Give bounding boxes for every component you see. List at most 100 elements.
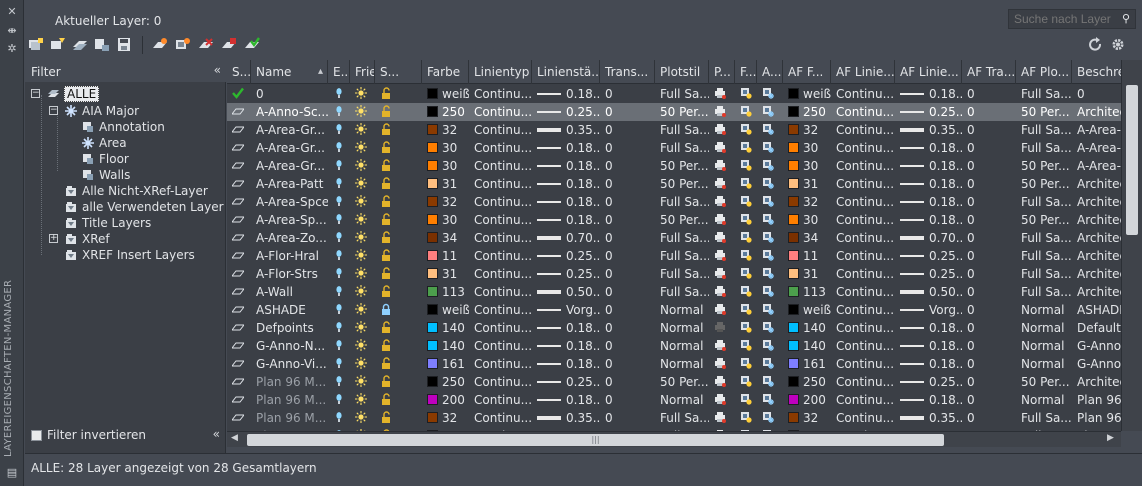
new-vp-freeze-icon[interactable] bbox=[740, 231, 752, 243]
lock-open-icon[interactable] bbox=[380, 177, 392, 189]
af-color-cell[interactable]: 32 bbox=[783, 409, 831, 427]
vp-freeze-icon[interactable] bbox=[762, 213, 774, 225]
af-transparency-cell[interactable]: 0 bbox=[962, 391, 1016, 409]
af-transparency-cell[interactable]: 0 bbox=[962, 301, 1016, 319]
plotstyle-cell[interactable]: 50 Per... bbox=[655, 373, 709, 391]
filter-tree-item[interactable]: AIA Major bbox=[82, 103, 139, 119]
af-linetype-cell[interactable]: Continu... bbox=[831, 301, 895, 319]
af-plotstyle-cell[interactable]: Full Sa... bbox=[1016, 283, 1072, 301]
vp-freeze-icon[interactable] bbox=[762, 375, 774, 387]
af-lineweight-cell[interactable]: 0.18... bbox=[895, 355, 962, 373]
layer-name[interactable]: ASHADE bbox=[251, 301, 328, 319]
layer-name[interactable]: A-Area-Patt bbox=[251, 175, 328, 193]
af-plotstyle-cell[interactable]: Full Sa... bbox=[1016, 193, 1072, 211]
af-transparency-cell[interactable]: 0 bbox=[962, 193, 1016, 211]
printer-icon[interactable] bbox=[714, 393, 726, 405]
transparency-cell[interactable]: 0 bbox=[600, 319, 655, 337]
af-linetype-cell[interactable]: Continu... bbox=[831, 139, 895, 157]
af-color-cell[interactable]: 31 bbox=[783, 175, 831, 193]
vertical-scrollbar[interactable] bbox=[1121, 60, 1142, 431]
filter-tree-item[interactable]: XRef bbox=[82, 231, 110, 247]
sun-icon[interactable] bbox=[355, 321, 367, 333]
transparency-cell[interactable]: 0 bbox=[600, 85, 655, 103]
palette-menu-icon[interactable]: ▤ bbox=[5, 466, 19, 480]
af-lineweight-cell[interactable]: 0.35... bbox=[895, 409, 962, 427]
lineweight-cell[interactable]: 0.35... bbox=[532, 409, 600, 427]
collapse-node-icon[interactable]: − bbox=[31, 89, 40, 98]
column-header[interactable]: AF F... bbox=[783, 60, 831, 84]
lock-open-icon[interactable] bbox=[380, 375, 392, 387]
transparency-cell[interactable]: 0 bbox=[600, 337, 655, 355]
printer-icon[interactable] bbox=[714, 177, 726, 189]
color-cell[interactable]: 30 bbox=[422, 211, 469, 229]
af-plotstyle-cell[interactable]: Full Sa... bbox=[1016, 85, 1072, 103]
filter-tree-item[interactable]: XREF Insert Layers bbox=[82, 247, 195, 263]
column-header[interactable]: A... bbox=[757, 60, 783, 84]
lightbulb-icon[interactable] bbox=[333, 267, 345, 279]
plotstyle-cell[interactable]: Full Sa... bbox=[655, 121, 709, 139]
printer-icon[interactable] bbox=[714, 267, 726, 279]
description-cell[interactable]: Architect bbox=[1072, 193, 1121, 211]
plotstyle-cell[interactable]: 50 Per... bbox=[655, 157, 709, 175]
plotstyle-cell[interactable]: Full Sa... bbox=[655, 265, 709, 283]
linetype-cell[interactable]: Continu... bbox=[469, 157, 532, 175]
layer-name[interactable]: 0 bbox=[251, 85, 328, 103]
sun-icon[interactable] bbox=[355, 411, 367, 423]
column-header[interactable]: Farbe bbox=[422, 60, 469, 84]
column-header[interactable]: S... bbox=[375, 60, 422, 84]
vp-freeze-icon[interactable] bbox=[762, 195, 774, 207]
af-color-cell[interactable]: 140 bbox=[783, 319, 831, 337]
af-plotstyle-cell[interactable]: Full Sa... bbox=[1016, 121, 1072, 139]
vp-freeze-icon[interactable] bbox=[762, 231, 774, 243]
column-header[interactable]: S... bbox=[227, 60, 251, 84]
table-row[interactable]: G-Anno-Vi...161Continu...0.18...0Normal1… bbox=[227, 355, 1121, 373]
refresh-icon[interactable] bbox=[1087, 37, 1103, 52]
af-linetype-cell[interactable]: Continu... bbox=[831, 229, 895, 247]
af-color-cell[interactable]: weiß bbox=[783, 301, 831, 319]
linetype-cell[interactable]: Continu... bbox=[469, 85, 532, 103]
filter-tree-item[interactable]: Alle Nicht-XRef-Layer bbox=[82, 183, 208, 199]
af-plotstyle-cell[interactable]: Full Sa... bbox=[1016, 229, 1072, 247]
linetype-cell[interactable]: Continu... bbox=[469, 121, 532, 139]
layer-name[interactable]: A-Area-Spce bbox=[251, 193, 328, 211]
vertical-scroll-thumb[interactable] bbox=[1126, 85, 1138, 235]
color-cell[interactable]: 32 bbox=[422, 409, 469, 427]
plotstyle-cell[interactable]: Full Sa... bbox=[655, 283, 709, 301]
af-plotstyle-cell[interactable]: Full Sa... bbox=[1016, 139, 1072, 157]
table-row[interactable]: A-Area-Zo...34Continu...0.70...0Full Sa.… bbox=[227, 229, 1121, 247]
column-header[interactable]: Beschre bbox=[1072, 60, 1121, 84]
table-row[interactable]: A-Area-Gr...30Continu...0.18...0Full Sa.… bbox=[227, 139, 1121, 157]
new-vp-freeze-icon[interactable] bbox=[740, 141, 752, 153]
transparency-cell[interactable]: 0 bbox=[600, 301, 655, 319]
printer-icon[interactable] bbox=[714, 195, 726, 207]
af-lineweight-cell[interactable]: 0.18... bbox=[895, 157, 962, 175]
af-plotstyle-cell[interactable]: 50 Per... bbox=[1016, 211, 1072, 229]
lineweight-cell[interactable]: 0.35... bbox=[532, 121, 600, 139]
af-color-cell[interactable]: weiß bbox=[783, 85, 831, 103]
lineweight-cell[interactable]: 0.18... bbox=[532, 319, 600, 337]
linetype-cell[interactable]: Continu... bbox=[469, 283, 532, 301]
lightbulb-icon[interactable] bbox=[333, 249, 345, 261]
description-cell[interactable]: Default l bbox=[1072, 319, 1121, 337]
table-row[interactable]: A-Area-Patt31Continu...0.18...050 Per...… bbox=[227, 175, 1121, 193]
af-plotstyle-cell[interactable]: 50 Per... bbox=[1016, 175, 1072, 193]
expand-node-icon[interactable]: + bbox=[49, 234, 58, 243]
color-cell[interactable]: 200 bbox=[422, 391, 469, 409]
plotstyle-cell[interactable]: Normal bbox=[655, 319, 709, 337]
lightbulb-icon[interactable] bbox=[333, 177, 345, 189]
color-cell[interactable]: 140 bbox=[422, 337, 469, 355]
delete-layer-alt-icon[interactable] bbox=[221, 37, 237, 52]
af-lineweight-cell[interactable]: 0.25... bbox=[895, 373, 962, 391]
layer-name[interactable]: Plan 96 M... bbox=[251, 391, 328, 409]
column-header[interactable]: E... bbox=[328, 60, 350, 84]
description-cell[interactable]: Architect bbox=[1072, 175, 1121, 193]
lightbulb-icon[interactable] bbox=[333, 195, 345, 207]
vp-freeze-icon[interactable] bbox=[762, 357, 774, 369]
filter-tree-item[interactable]: alle Verwendeten Layer bbox=[82, 199, 224, 215]
transparency-cell[interactable]: 0 bbox=[600, 409, 655, 427]
af-color-cell[interactable]: 11 bbox=[783, 247, 831, 265]
linetype-cell[interactable]: Continu... bbox=[469, 247, 532, 265]
printer-disabled-icon[interactable] bbox=[714, 321, 726, 333]
set-current-icon[interactable] bbox=[244, 37, 260, 52]
new-vp-freeze-icon[interactable] bbox=[740, 375, 752, 387]
